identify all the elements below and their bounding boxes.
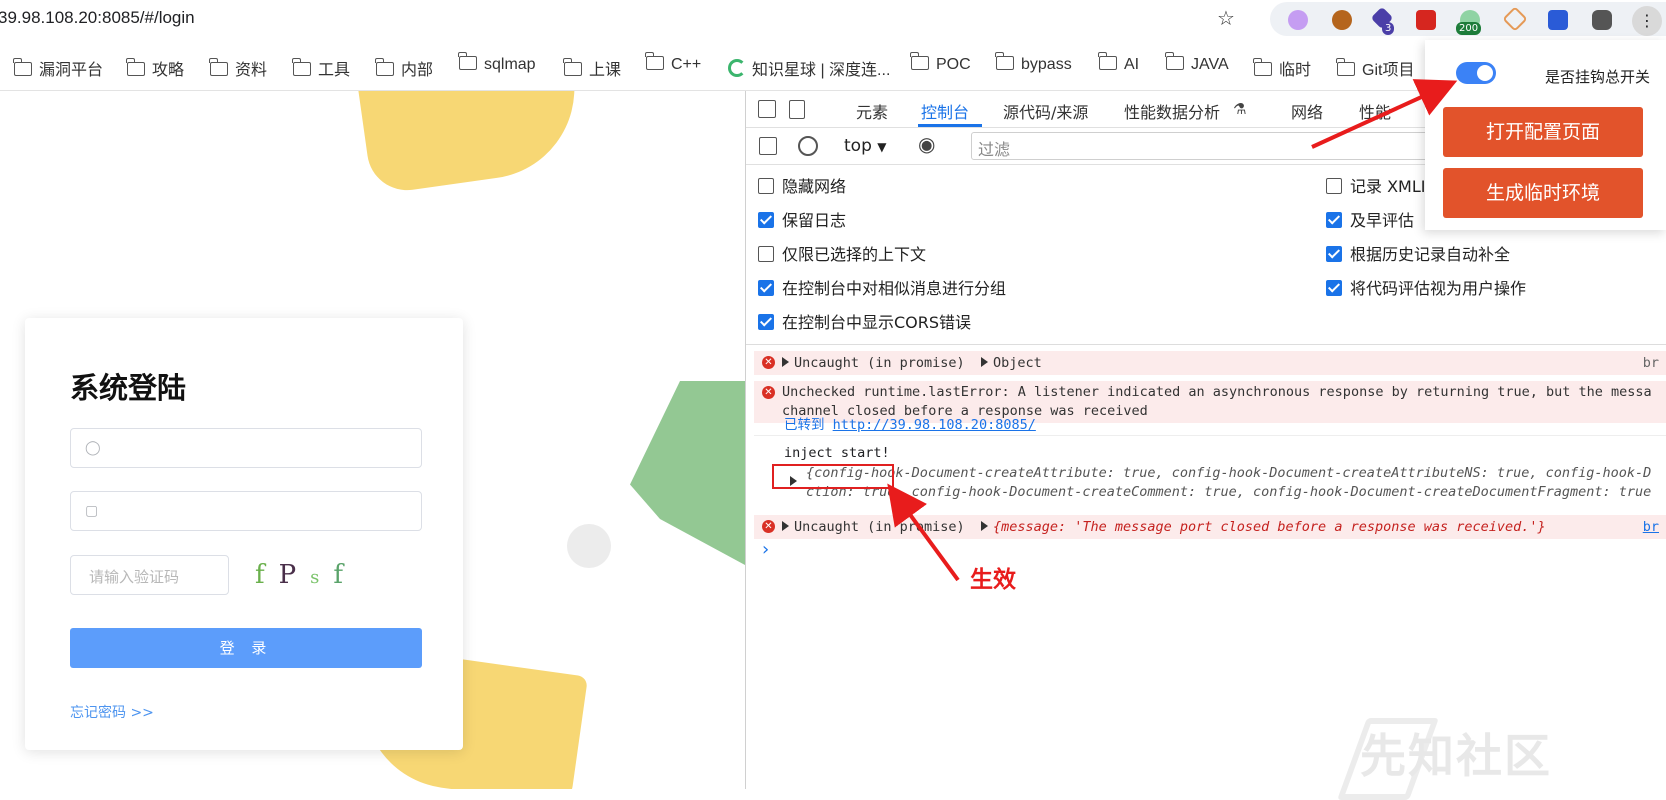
watermark: 先知社区 (1360, 729, 1552, 783)
arrow-to-toggle (1311, 79, 1458, 149)
annotation-arrows (887, 79, 1458, 582)
arrow-to-inject (887, 483, 960, 582)
annotation-label: 生效 (970, 567, 1016, 593)
